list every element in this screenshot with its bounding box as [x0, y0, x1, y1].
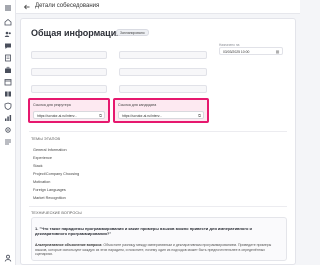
list-item: Project/Company Choosing — [33, 172, 80, 176]
questions-title: ТЕХНИЧЕСКИЕ ВОПРОСЫ — [31, 211, 82, 215]
list-item: Foreign Languages — [33, 188, 66, 192]
candidate-link-value: https://scrutor-ai.ru/interv... — [122, 113, 163, 118]
book-icon[interactable] — [4, 90, 12, 97]
chart-icon[interactable] — [4, 114, 12, 121]
candidate-link-box: Ссылка для кандидата https://scrutor-ai.… — [113, 98, 209, 123]
calendar-icon[interactable] — [4, 78, 12, 86]
date-field[interactable]: 03/03/2025 10:00 ▦ — [219, 47, 283, 55]
recruiter-link-value: https://scrutor-ai.ru/interv... — [37, 113, 78, 118]
chat-icon[interactable] — [4, 42, 12, 49]
info-field — [119, 85, 207, 93]
info-field — [31, 68, 107, 76]
list-item: Experience — [33, 156, 52, 160]
answer-lead: Альтернативное объяснение вопроса: — [35, 243, 103, 247]
divider — [29, 206, 287, 207]
users-icon[interactable] — [4, 30, 12, 37]
list-item: General Information — [33, 148, 67, 152]
candidate-link-label: Ссылка для кандидата — [118, 103, 157, 107]
recruiter-link-label: Ссылка для рекрутера — [33, 103, 71, 107]
date-value: 03/03/2025 10:00 — [223, 49, 250, 54]
menu-icon[interactable] — [4, 4, 12, 11]
question-answer: Альтернативное объяснение вопроса: Объяс… — [35, 243, 283, 257]
question-card: 1. "Что такое парадигмы программирования… — [31, 217, 287, 261]
status-badge: Запланировано — [116, 29, 149, 36]
home-icon[interactable] — [4, 18, 12, 26]
info-field — [31, 85, 107, 93]
list-item: Stack — [33, 164, 43, 168]
stages-title: ТЕМЫ ЭТАПОВ — [31, 137, 61, 141]
list-icon[interactable] — [4, 138, 12, 145]
shield-icon[interactable] — [4, 102, 12, 110]
info-field — [31, 51, 107, 59]
section-title-general: Общая информация — [31, 28, 122, 38]
settings-icon[interactable] — [4, 126, 12, 133]
recruiter-link-field[interactable]: https://scrutor-ai.ru/interv... ⧉ — [33, 111, 105, 119]
user-icon[interactable] — [4, 254, 12, 262]
info-field — [119, 68, 207, 76]
document-icon[interactable] — [4, 54, 12, 62]
sidebar — [0, 0, 16, 265]
divider — [29, 131, 287, 132]
copy-icon[interactable]: ⧉ — [198, 113, 201, 118]
interview-card: Общая информация Запланировано Назначено… — [20, 18, 296, 265]
list-item: Market Recognition — [33, 196, 66, 200]
header: Детали собеседования — [16, 0, 300, 14]
stage-list: General Information Experience Stack Pro… — [33, 146, 79, 202]
question-text: 1. "Что такое парадигмы программирования… — [35, 226, 252, 236]
calendar-picker-icon[interactable]: ▦ — [275, 49, 280, 54]
copy-icon[interactable]: ⧉ — [99, 113, 102, 118]
recruiter-link-box: Ссылка для рекрутера https://scrutor-ai.… — [28, 98, 110, 123]
list-item: Motivation — [33, 180, 51, 184]
page-title: Детали собеседования — [35, 3, 100, 9]
briefcase-icon[interactable] — [4, 66, 12, 73]
back-arrow-icon[interactable] — [23, 3, 31, 11]
candidate-link-field[interactable]: https://scrutor-ai.ru/interv... ⧉ — [118, 111, 204, 119]
info-field — [119, 51, 207, 59]
